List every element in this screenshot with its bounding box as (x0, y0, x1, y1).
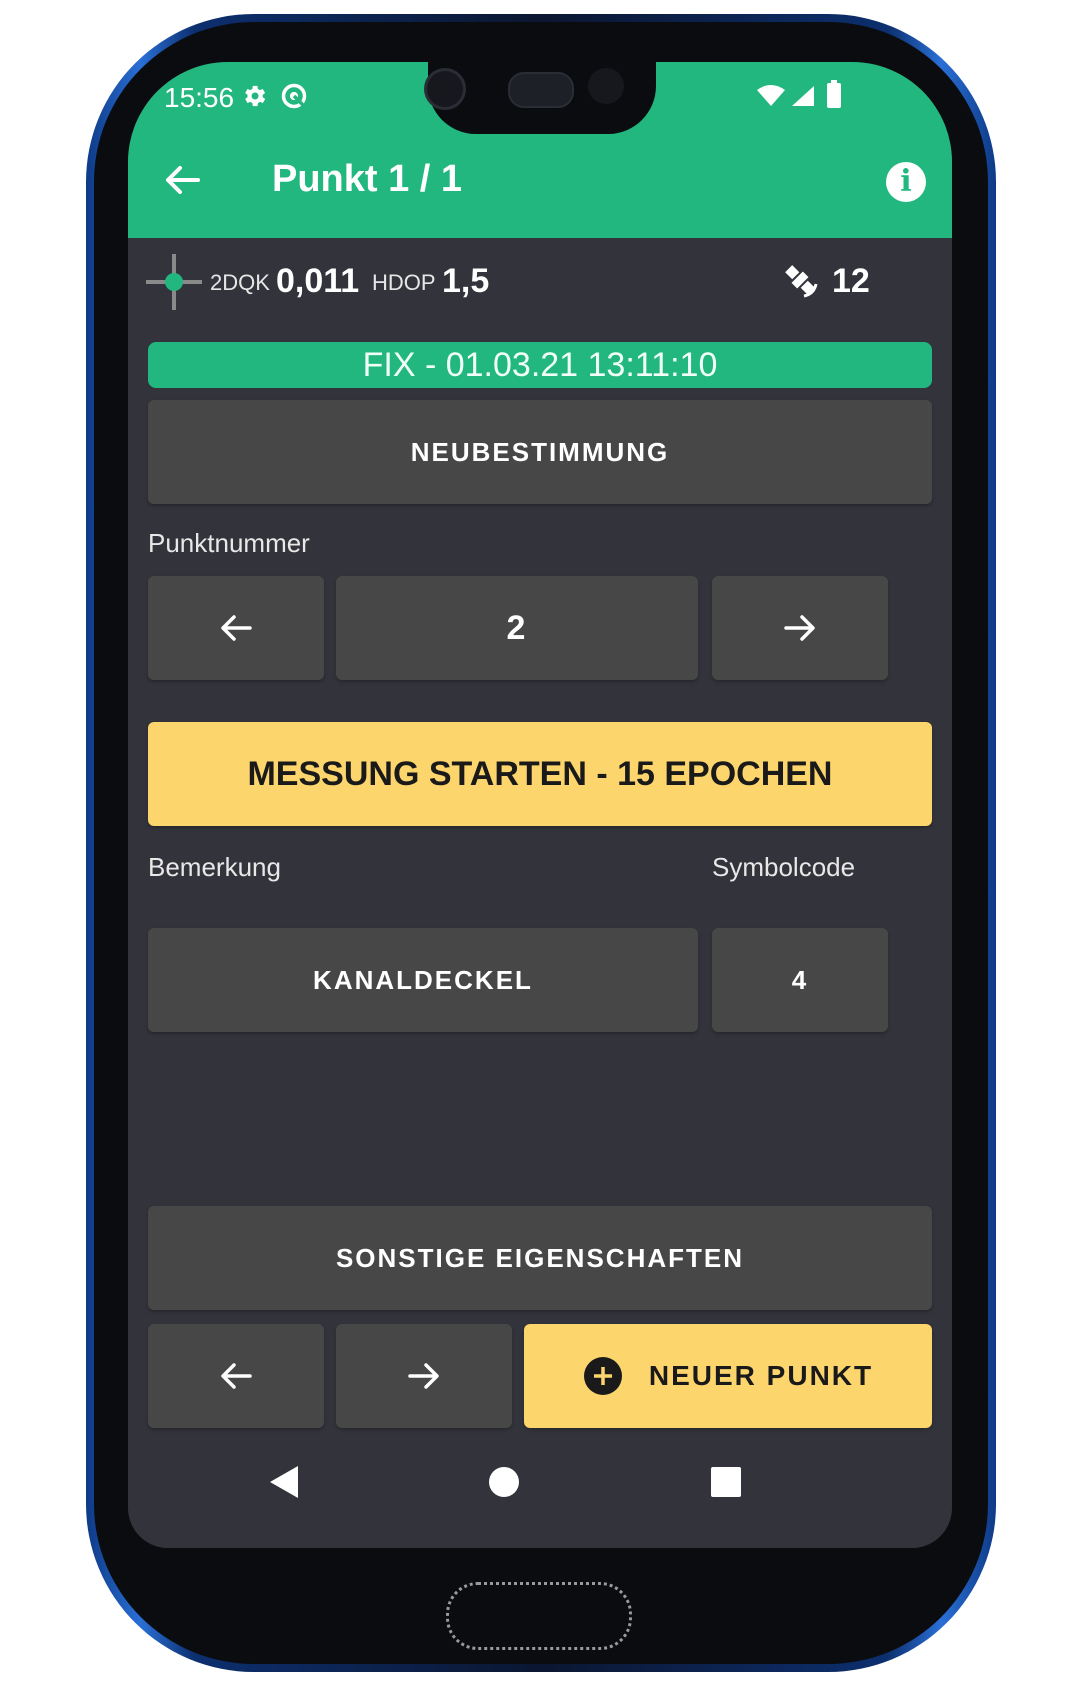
battery-icon (827, 80, 841, 108)
sync-icon (281, 83, 307, 109)
fix-status-bar: FIX - 01.03.21 13:11:10 (148, 342, 932, 388)
point-number-field[interactable]: 2 (336, 576, 698, 680)
remark-field[interactable]: KANALDECKEL (148, 928, 698, 1032)
status-time: 15:56 (164, 82, 235, 113)
arrow-right-icon (784, 615, 815, 641)
front-camera (424, 68, 466, 110)
earpiece-speaker (508, 72, 574, 108)
symbolcode-label: Symbolcode (712, 852, 856, 882)
add-circle-icon (583, 1357, 622, 1395)
previous-point-button[interactable] (148, 1324, 324, 1428)
gps-status-row: 2DQK 0,011 HDOP 1,5 12 (128, 238, 952, 330)
quality-label: 2DQK (210, 270, 270, 295)
other-properties-button[interactable]: SONSTIGE EIGENSCHAFTEN (148, 1206, 932, 1310)
quality-value: 0,011 (276, 262, 360, 300)
point-number-label: Punktnummer (148, 528, 310, 558)
wifi-icon (757, 85, 785, 106)
front-sensor (588, 68, 624, 104)
nav-recents-icon[interactable] (710, 1466, 742, 1498)
hdop-label: HDOP (372, 270, 436, 295)
arrow-left-icon (221, 1363, 252, 1389)
gear-icon (245, 85, 266, 107)
previous-number-button[interactable] (148, 576, 324, 680)
nav-home-icon[interactable] (488, 1466, 520, 1498)
new-point-button[interactable]: NEUER PUNKT (524, 1324, 932, 1428)
new-point-label: NEUER PUNKT (648, 1360, 874, 1391)
arrow-left-icon[interactable] (154, 152, 210, 208)
satellite-count: 12 (832, 262, 870, 300)
hdop-value: 1,5 (442, 262, 490, 300)
home-button[interactable] (446, 1582, 632, 1650)
satellite-icon (785, 265, 818, 298)
next-point-button[interactable] (336, 1324, 512, 1428)
start-measurement-button[interactable]: MESSUNG STARTEN - 15 EPOCHEN (148, 722, 932, 826)
redetermine-button[interactable]: NEUBESTIMMUNG (148, 400, 932, 504)
page-title: Punkt 1 / 1 (272, 158, 463, 200)
remark-label: Bemerkung (148, 852, 281, 882)
arrow-right-icon (408, 1363, 439, 1389)
symbolcode-field[interactable]: 4 (712, 928, 888, 1032)
signal-icon (792, 86, 814, 106)
next-number-button[interactable] (712, 576, 888, 680)
crosshair-icon (146, 254, 202, 310)
arrow-left-icon (221, 615, 252, 641)
app-screen: 15:56 Punkt 1 / 1 i 2DQK 0,011 HDOP 1,5 (128, 62, 952, 1548)
nav-back-icon[interactable] (268, 1464, 300, 1500)
info-icon[interactable]: i (886, 162, 926, 202)
